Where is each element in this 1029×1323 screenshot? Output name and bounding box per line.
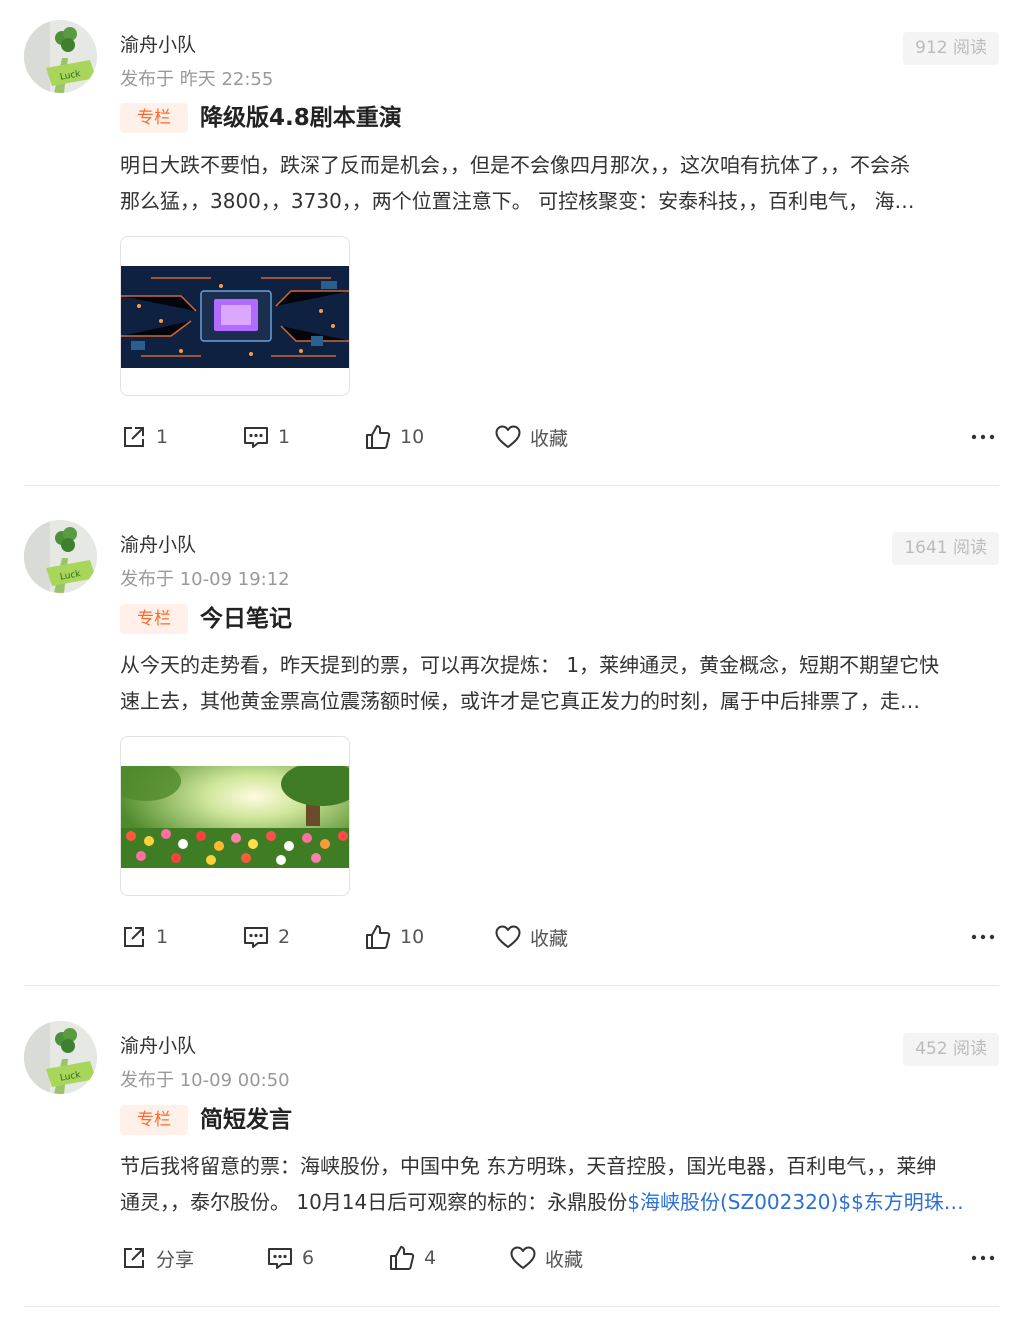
post-image-flowers[interactable] <box>120 736 350 896</box>
thumbs-up-icon <box>364 923 392 951</box>
post-actions: 分享 6 4 收藏 <box>120 1241 999 1275</box>
thumbs-up-icon <box>388 1244 416 1272</box>
favorite-label: 收藏 <box>530 927 569 950</box>
comment-icon <box>266 1244 294 1272</box>
post-card[interactable]: 渝舟小队 发布于 昨天 22:55 912 阅读 专栏 降级版4.8剧本重演 明… <box>24 20 999 460</box>
share-button[interactable]: 1 <box>120 420 168 454</box>
comment-button[interactable]: 2 <box>242 920 290 954</box>
author-name[interactable]: 渝舟小队 <box>120 30 196 57</box>
stock-link[interactable]: $海峡股份(SZ002320)$$东方明珠… <box>627 1190 964 1214</box>
more-button[interactable] <box>969 420 997 454</box>
share-count: 1 <box>156 426 169 448</box>
author-avatar[interactable] <box>24 520 97 593</box>
post-body-line: 从今天的走势看，昨天提到的票，可以再次提炼： 1，莱绅通灵，黄金概念，短期不期望… <box>120 653 940 677</box>
post-body-line: 速上去，其他黄金票高位震荡额时候，或许才是它真正发力的时刻，属于中后排票了，走… <box>120 689 920 713</box>
read-count-badge: 1641 阅读 <box>892 532 999 565</box>
heart-icon <box>494 923 522 951</box>
post-title[interactable]: 降级版4.8剧本重演 <box>200 101 402 135</box>
divider <box>24 485 999 486</box>
post-card[interactable]: 渝舟小队 发布于 10-09 00:50 452 阅读 专栏 简短发言 节后我将… <box>24 1021 999 1281</box>
like-button[interactable]: 10 <box>364 920 424 954</box>
share-count: 1 <box>156 926 169 948</box>
post-image-chip[interactable] <box>120 236 350 396</box>
post-body-line: 那么猛，，3800，，3730，，两个位置注意下。 可控核聚变：安泰科技，，百利… <box>120 189 915 213</box>
favorite-button[interactable]: 收藏 <box>509 1241 583 1275</box>
comment-icon <box>242 923 270 951</box>
post-actions: 1 2 10 收藏 <box>120 920 999 954</box>
post-body[interactable]: 节后我将留意的票：海峡股份，中国中免 东方明珠，天音控股，国光电器，百利电气，，… <box>120 1148 999 1220</box>
like-count: 10 <box>400 426 425 448</box>
share-icon <box>120 423 148 451</box>
post-title[interactable]: 今日笔记 <box>200 602 292 636</box>
author-avatar[interactable] <box>24 20 97 93</box>
more-button[interactable] <box>969 1241 997 1275</box>
like-count: 10 <box>400 926 425 948</box>
like-count: 4 <box>424 1247 437 1269</box>
post-body-line: 通灵，，泰尔股份。 10月14日后可观察的标的：永鼎股份$海峡股份(SZ0023… <box>120 1184 999 1220</box>
post-title[interactable]: 简短发言 <box>200 1103 292 1137</box>
favorite-button[interactable]: 收藏 <box>494 420 568 454</box>
post-body-line: 明日大跌不要怕，跌深了反而是机会，，但是不会像四月那次，，这次咱有抗体了，，不会… <box>120 153 910 177</box>
author-name[interactable]: 渝舟小队 <box>120 1031 196 1058</box>
heart-icon <box>494 423 522 451</box>
favorite-label: 收藏 <box>530 427 569 450</box>
read-count-badge: 912 阅读 <box>903 32 999 65</box>
post-body-line: 节后我将留意的票：海峡股份，中国中免 东方明珠，天音控股，国光电器，百利电气，，… <box>120 1154 937 1178</box>
author-avatar[interactable] <box>24 1021 97 1094</box>
comment-button[interactable]: 6 <box>266 1241 314 1275</box>
column-tag: 专栏 <box>120 103 188 133</box>
favorite-label: 收藏 <box>545 1248 584 1271</box>
more-icon <box>969 1244 997 1272</box>
divider <box>24 1306 999 1307</box>
more-button[interactable] <box>969 920 997 954</box>
heart-icon <box>509 1244 537 1272</box>
share-button[interactable]: 分享 <box>120 1241 194 1275</box>
post-time: 发布于 10-09 00:50 <box>120 1070 290 1091</box>
thumbs-up-icon <box>364 423 392 451</box>
share-icon <box>120 923 148 951</box>
post-time: 发布于 昨天 22:55 <box>120 69 274 90</box>
post-time: 发布于 10-09 19:12 <box>120 569 290 590</box>
column-tag: 专栏 <box>120 604 188 634</box>
comment-button[interactable]: 1 <box>242 420 290 454</box>
share-icon <box>120 1244 148 1272</box>
column-tag: 专栏 <box>120 1105 188 1135</box>
comment-count: 2 <box>278 926 291 948</box>
comment-icon <box>242 423 270 451</box>
author-name[interactable]: 渝舟小队 <box>120 530 196 557</box>
more-icon <box>969 423 997 451</box>
share-button[interactable]: 1 <box>120 920 168 954</box>
like-button[interactable]: 10 <box>364 420 424 454</box>
read-count-badge: 452 阅读 <box>903 1033 999 1066</box>
divider <box>24 985 999 986</box>
share-label: 分享 <box>156 1248 195 1271</box>
more-icon <box>969 923 997 951</box>
comment-count: 1 <box>278 426 291 448</box>
post-actions: 1 1 10 收藏 <box>120 420 999 454</box>
post-body[interactable]: 从今天的走势看，昨天提到的票，可以再次提炼： 1，莱绅通灵，黄金概念，短期不期望… <box>120 647 999 719</box>
post-body-text: 通灵，，泰尔股份。 10月14日后可观察的标的：永鼎股份 <box>120 1190 628 1214</box>
favorite-button[interactable]: 收藏 <box>494 920 568 954</box>
post-card[interactable]: 渝舟小队 发布于 10-09 19:12 1641 阅读 专栏 今日笔记 从今天… <box>24 520 999 960</box>
comment-count: 6 <box>302 1247 315 1269</box>
post-body[interactable]: 明日大跌不要怕，跌深了反而是机会，，但是不会像四月那次，，这次咱有抗体了，，不会… <box>120 147 999 219</box>
like-button[interactable]: 4 <box>388 1241 436 1275</box>
